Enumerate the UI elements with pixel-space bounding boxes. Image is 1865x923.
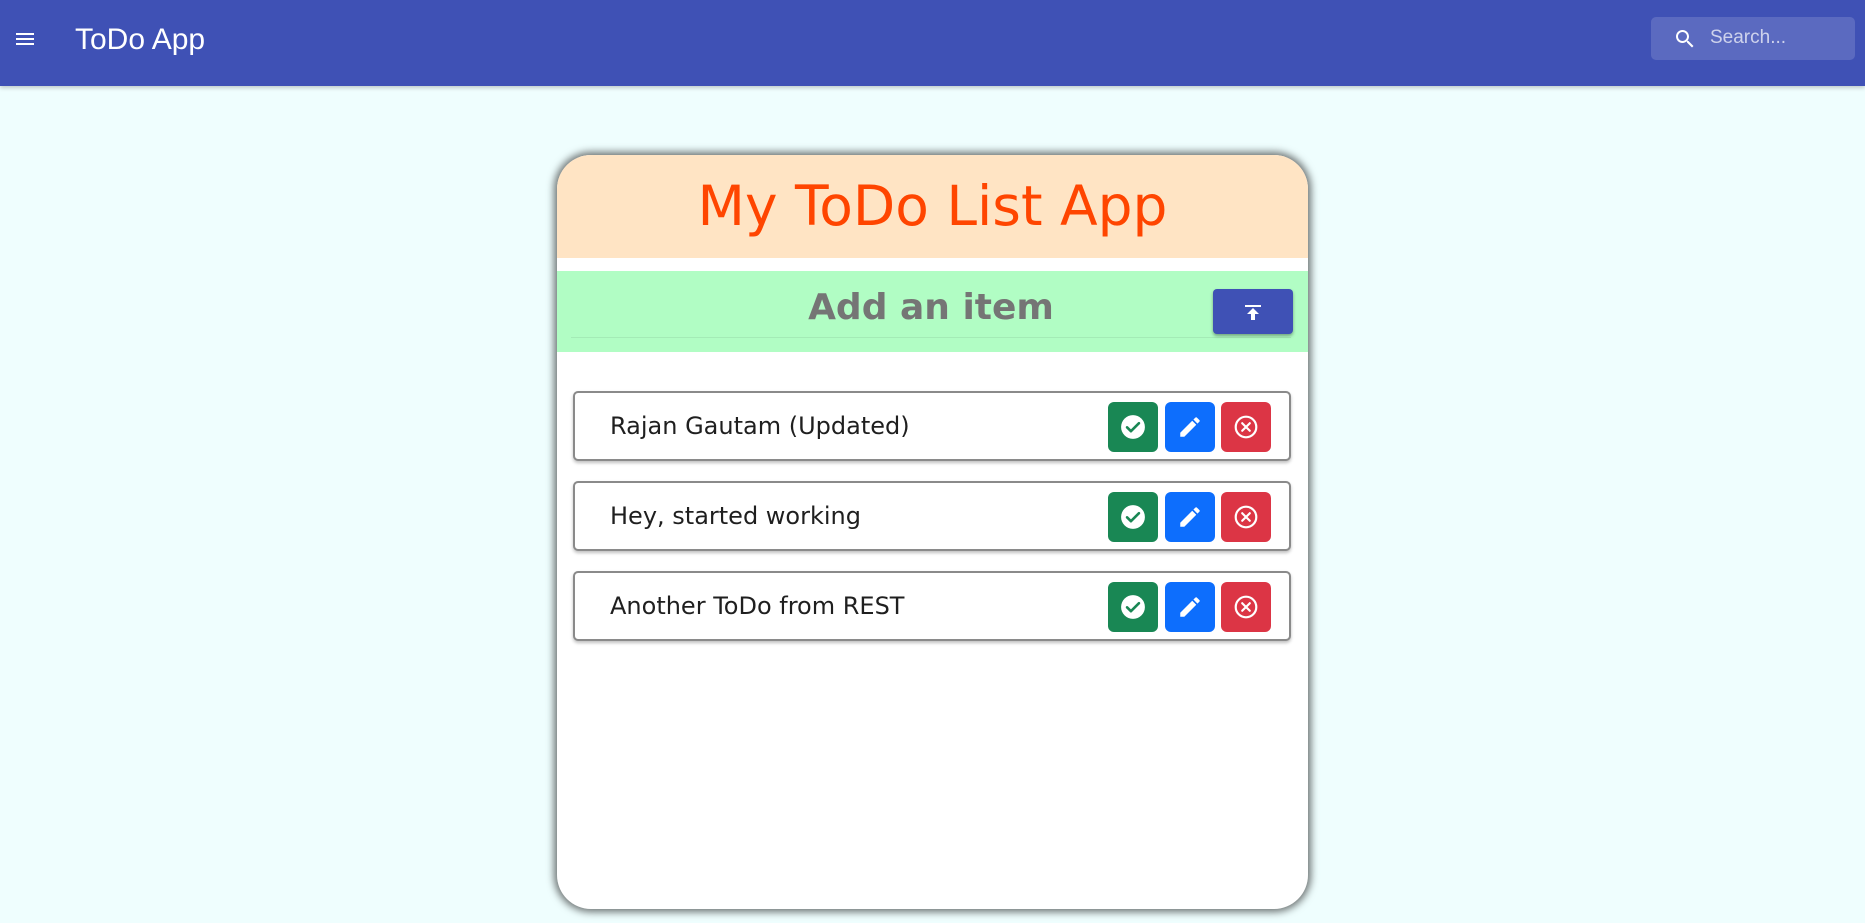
todo-list: Rajan Gautam (Updated) Hey, started work… <box>573 391 1291 661</box>
complete-button[interactable] <box>1108 582 1158 632</box>
delete-button[interactable] <box>1221 492 1271 542</box>
search-input[interactable] <box>1710 23 1850 53</box>
todo-text: Hey, started working <box>610 502 861 530</box>
menu-button[interactable] <box>6 19 44 59</box>
check-circle-icon <box>1121 415 1145 439</box>
pencil-icon <box>1180 507 1200 527</box>
delete-button[interactable] <box>1221 582 1271 632</box>
add-item-bar <box>557 271 1308 352</box>
todo-card: My ToDo List App Rajan Gautam (Updated) <box>557 155 1308 909</box>
delete-button[interactable] <box>1221 402 1271 452</box>
upload-icon <box>1245 304 1261 320</box>
todo-item: Another ToDo from REST <box>573 571 1291 641</box>
pencil-icon <box>1180 597 1200 617</box>
pencil-icon <box>1180 417 1200 437</box>
edit-button[interactable] <box>1165 582 1215 632</box>
app-title: ToDo App <box>75 23 206 56</box>
check-circle-icon <box>1121 595 1145 619</box>
check-circle-icon <box>1121 505 1145 529</box>
edit-button[interactable] <box>1165 402 1215 452</box>
todo-text: Rajan Gautam (Updated) <box>610 412 910 440</box>
item-actions <box>1108 492 1274 542</box>
todo-item: Rajan Gautam (Updated) <box>573 391 1291 461</box>
add-item-input[interactable] <box>571 277 1291 338</box>
item-actions <box>1108 582 1274 632</box>
complete-button[interactable] <box>1108 492 1158 542</box>
todo-text: Another ToDo from REST <box>610 592 905 620</box>
page-title: My ToDo List App <box>697 174 1168 238</box>
search-icon <box>1676 30 1694 48</box>
close-circle-icon <box>1234 595 1258 619</box>
item-actions <box>1108 402 1274 452</box>
close-circle-icon <box>1234 505 1258 529</box>
close-circle-icon <box>1234 415 1258 439</box>
menu-icon <box>16 33 34 45</box>
complete-button[interactable] <box>1108 402 1158 452</box>
app-bar: ToDo App <box>0 0 1865 86</box>
edit-button[interactable] <box>1165 492 1215 542</box>
add-item-button[interactable] <box>1213 289 1293 334</box>
search-box[interactable] <box>1651 17 1855 60</box>
todo-item: Hey, started working <box>573 481 1291 551</box>
card-header: My ToDo List App <box>557 155 1308 258</box>
